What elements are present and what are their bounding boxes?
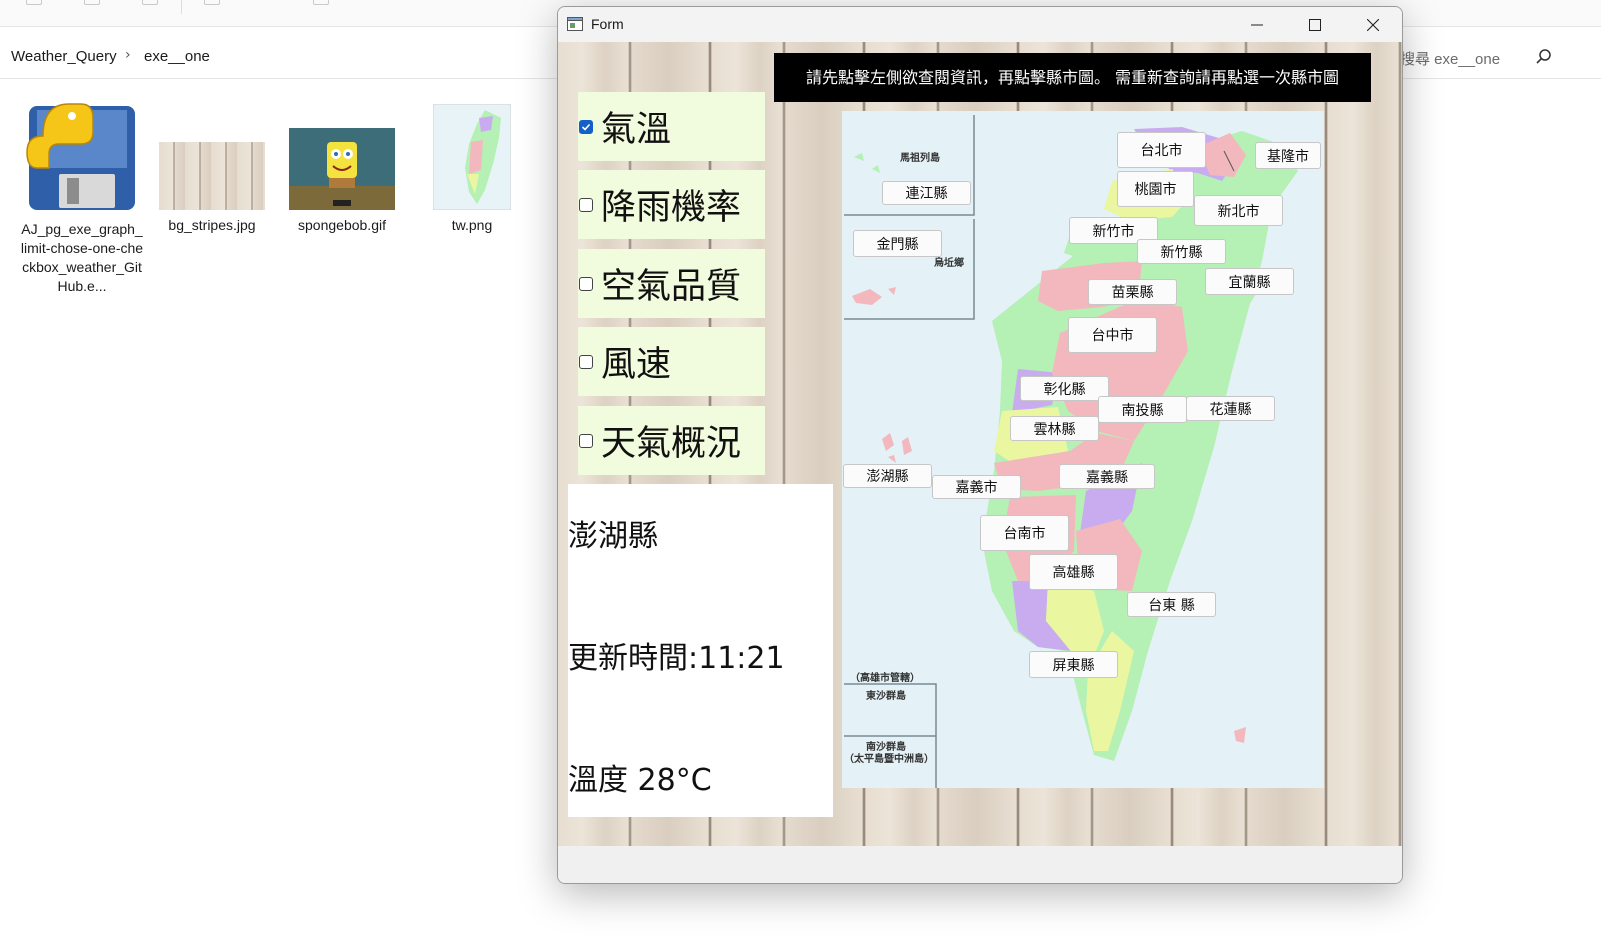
search-icon[interactable] bbox=[1535, 48, 1553, 66]
breadcrumb-item-weather-query[interactable]: Weather_Query bbox=[11, 48, 117, 65]
map-region-label: 東沙群島 bbox=[866, 691, 906, 702]
county-button-taoyuan-city[interactable]: 桃園市 bbox=[1117, 171, 1194, 207]
info-temperature: 溫度 28°C bbox=[568, 763, 712, 798]
checkbox-label: 空氣品質 bbox=[601, 267, 742, 307]
app-icon bbox=[567, 17, 583, 31]
map-region-label: （太平島暨中洲島） bbox=[844, 754, 934, 765]
checkbox-air-quality[interactable]: 空氣品質 bbox=[578, 249, 765, 318]
info-update-time: 更新時間:11:21 bbox=[568, 641, 785, 676]
file-name: spongebob.gif bbox=[298, 217, 386, 233]
close-button[interactable] bbox=[1344, 7, 1402, 42]
checkbox-label: 降雨機率 bbox=[601, 188, 742, 228]
county-button-taipei-city[interactable]: 台北市 bbox=[1117, 132, 1206, 168]
maximize-button[interactable] bbox=[1286, 7, 1344, 42]
checkbox-label: 天氣概況 bbox=[601, 424, 742, 464]
toolbar-icon[interactable] bbox=[84, 0, 100, 5]
minimize-button[interactable] bbox=[1228, 7, 1286, 42]
county-button-new-taipei-city[interactable]: 新北市 bbox=[1194, 195, 1283, 226]
county-button-lienchiang-county[interactable]: 連江縣 bbox=[882, 181, 971, 205]
file-item[interactable]: bg_stripes.jpg bbox=[150, 96, 274, 235]
toolbar-icon[interactable] bbox=[142, 0, 158, 5]
checkbox-unchecked-icon[interactable] bbox=[579, 433, 593, 448]
county-button-kaohsiung-county[interactable]: 高雄縣 bbox=[1029, 554, 1118, 590]
spongebob-thumbnail bbox=[289, 128, 395, 210]
county-button-pingtung-county[interactable]: 屏東縣 bbox=[1029, 651, 1118, 678]
window-title: Form bbox=[591, 16, 624, 32]
county-button-hualien-county[interactable]: 花蓮縣 bbox=[1186, 396, 1275, 421]
checkbox-wind-speed[interactable]: 風速 bbox=[578, 327, 765, 396]
file-item[interactable]: spongebob.gif bbox=[280, 96, 404, 235]
county-button-keelung-city[interactable]: 基隆市 bbox=[1255, 142, 1321, 169]
info-county: 澎湖縣 bbox=[568, 519, 658, 554]
instruction-banner: 請先點擊左側欲查閱資訊，再點擊縣市圖。 需重新查詢請再點選一次縣市圖 bbox=[774, 53, 1371, 102]
checkbox-rain-probability[interactable]: 降雨機率 bbox=[578, 170, 765, 239]
maximize-icon bbox=[1309, 18, 1321, 31]
checkbox-unchecked-icon[interactable] bbox=[579, 354, 593, 369]
status-bar bbox=[558, 846, 1402, 883]
county-button-nantou-county[interactable]: 南投縣 bbox=[1098, 396, 1187, 423]
title-bar[interactable]: Form bbox=[558, 7, 1402, 42]
minimize-icon bbox=[1251, 24, 1263, 25]
county-button-taichung-city[interactable]: 台中市 bbox=[1068, 317, 1157, 353]
checkbox-checked-icon[interactable] bbox=[579, 119, 593, 134]
checkbox-unchecked-icon[interactable] bbox=[579, 276, 593, 291]
map-region-label: （高雄市管轄） bbox=[850, 673, 920, 684]
county-button-hsinchu-county[interactable]: 新竹縣 bbox=[1137, 239, 1226, 264]
map-region-label: 馬祖列島 bbox=[900, 153, 940, 164]
county-button-taitung-county[interactable]: 台東 縣 bbox=[1127, 592, 1216, 617]
county-button-yunlin-county[interactable]: 雲林縣 bbox=[1010, 416, 1099, 441]
checkbox-label: 風速 bbox=[601, 345, 672, 385]
checkbox-unchecked-icon[interactable] bbox=[579, 197, 593, 212]
toolbar-icon[interactable] bbox=[204, 0, 220, 5]
toolbar-icon[interactable] bbox=[26, 0, 42, 5]
county-button-tainan-city[interactable]: 台南市 bbox=[980, 515, 1069, 551]
checkbox-temperature[interactable]: 氣溫 bbox=[578, 92, 765, 161]
search-input[interactable]: 搜尋 exe__one bbox=[1400, 48, 1500, 69]
taiwan-map-thumbnail bbox=[433, 104, 511, 210]
file-name: AJ_pg_exe_graph_limit-chose-one-checkbox… bbox=[20, 221, 144, 294]
file-item[interactable]: tw.png bbox=[410, 96, 534, 235]
checkbox-label: 氣溫 bbox=[601, 110, 672, 150]
file-name: bg_stripes.jpg bbox=[168, 217, 256, 233]
python-exe-icon bbox=[26, 103, 135, 210]
taiwan-county-map[interactable]: 馬祖列島 烏坵鄉 （高雄市管轄） 東沙群島 南沙群島 （太平島暨中洲島） 台北市… bbox=[842, 111, 1324, 788]
form-client-area: 請先點擊左側欲查閱資訊，再點擊縣市圖。 需重新查詢請再點選一次縣市圖 氣溫 降雨… bbox=[558, 42, 1402, 846]
county-button-changhua-county[interactable]: 彰化縣 bbox=[1020, 376, 1109, 401]
county-button-kinmen-county[interactable]: 金門縣 bbox=[853, 230, 942, 257]
weather-info-panel: 澎湖縣 更新時間:11:21 溫度 28°C bbox=[568, 484, 833, 817]
county-button-chiayi-county[interactable]: 嘉義縣 bbox=[1059, 464, 1155, 489]
close-icon bbox=[1367, 18, 1379, 31]
checkbox-weather-overview[interactable]: 天氣概況 bbox=[578, 406, 765, 475]
file-name: tw.png bbox=[451, 217, 493, 233]
county-button-penghu-county[interactable]: 澎湖縣 bbox=[843, 464, 932, 488]
county-button-miaoli-county[interactable]: 苗栗縣 bbox=[1088, 279, 1177, 305]
county-button-chiayi-city[interactable]: 嘉義市 bbox=[932, 475, 1021, 499]
county-button-yilan-county[interactable]: 宜蘭縣 bbox=[1205, 268, 1294, 295]
breadcrumb-item-exe-one[interactable]: exe__one bbox=[144, 48, 210, 65]
wood-image-thumbnail bbox=[159, 142, 265, 210]
form-window[interactable]: Form 請先點擊左側欲查閱資訊，再點擊縣市圖。 需重新查詢請再點選一次縣市圖 … bbox=[557, 6, 1403, 884]
file-item[interactable]: AJ_pg_exe_graph_limit-chose-one-checkbox… bbox=[20, 96, 144, 296]
toolbar-divider bbox=[181, 0, 182, 14]
toolbar-icon[interactable] bbox=[313, 0, 329, 5]
chevron-right-icon: › bbox=[125, 47, 131, 63]
